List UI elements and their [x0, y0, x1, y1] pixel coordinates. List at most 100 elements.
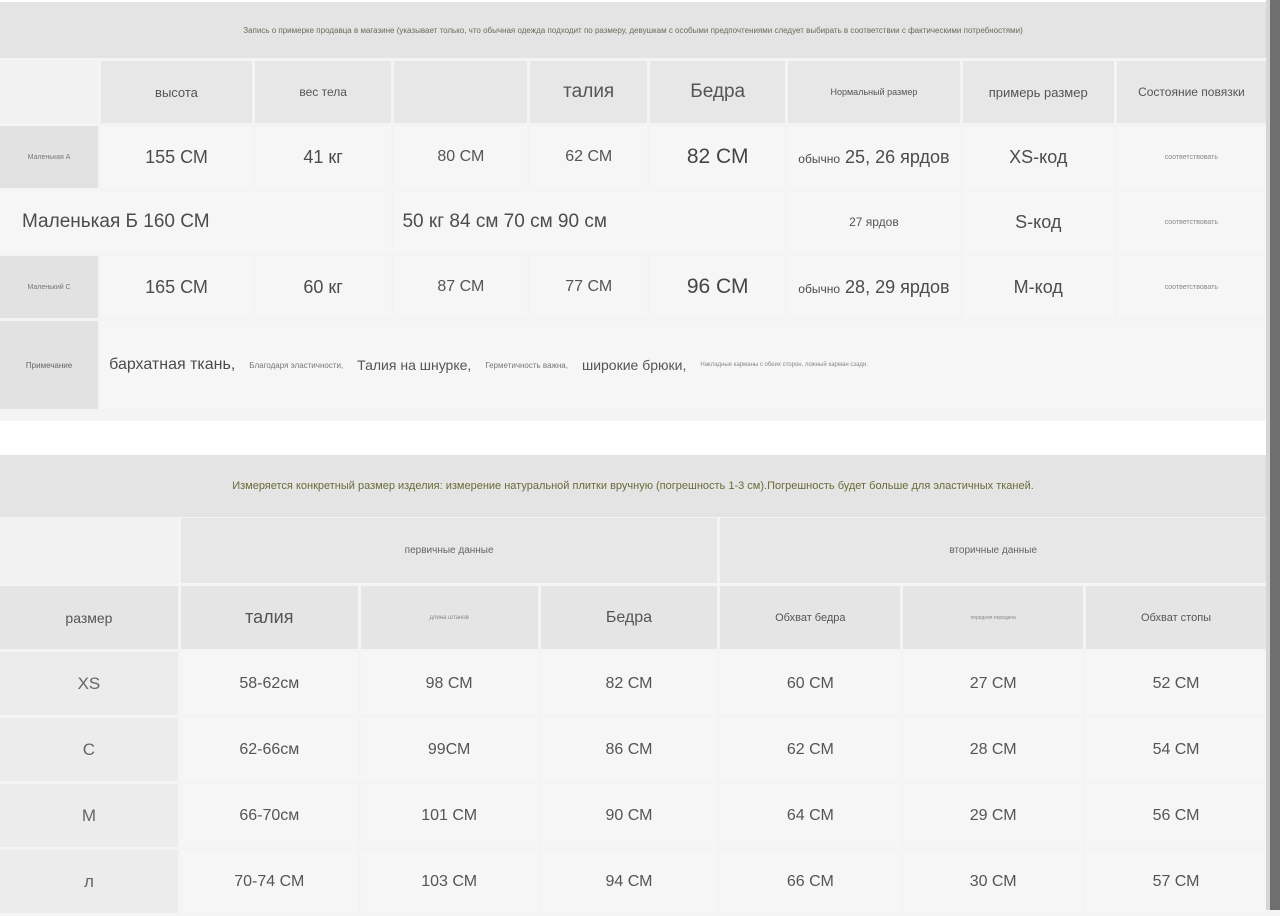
cell-length: 103 СМ	[360, 850, 538, 913]
cell-hips: 82 СМ	[650, 126, 786, 188]
header-height: высота	[101, 61, 252, 123]
note-item: бархатная ткань,	[109, 356, 236, 373]
cell-try-size: S-код	[962, 191, 1114, 253]
cell-hips: 94 СМ	[540, 850, 718, 913]
size-table: первичные данные вторичные данные размер…	[0, 515, 1269, 916]
header-front-rise: передняя передача	[903, 586, 1084, 649]
cell-hips: 82 СМ	[540, 652, 718, 715]
cell-fit: соответствовать	[1116, 256, 1266, 318]
cell-front-rise: 30 СМ	[903, 850, 1084, 913]
cell-bust: 80 СМ	[394, 126, 528, 188]
cell-try-size: М-код	[962, 256, 1114, 318]
cell-thigh: 60 СМ	[720, 652, 901, 715]
normal-prefix: обычно	[798, 151, 841, 166]
group-corner	[0, 518, 178, 583]
fitting-table: высота вес тела талия Бедра Нормальный р…	[0, 58, 1269, 412]
cell-thigh: 64 СМ	[720, 784, 901, 847]
notes-row: Примечание бархатная ткань, Благодаря эл…	[0, 321, 1266, 409]
header-bust	[394, 61, 528, 123]
cell-leg-opening: 56 СМ	[1086, 784, 1266, 847]
note-item: широкие брюки,	[581, 357, 687, 373]
cell-size: М	[0, 784, 178, 847]
notes-label: Примечание	[0, 321, 99, 409]
scrollbar[interactable]	[1270, 0, 1280, 910]
header-try-size: примерь размер	[962, 61, 1114, 123]
cell-waist: 62 СМ	[530, 126, 648, 188]
cell-front-rise: 28 СМ	[903, 718, 1084, 781]
cell-hips: 86 СМ	[540, 718, 718, 781]
header-corner	[0, 61, 99, 123]
header-waist: талия	[180, 586, 358, 649]
note-item: Благодаря эластичности,	[249, 360, 344, 370]
header-hips: Бедра	[540, 586, 718, 649]
cell-waist: 62-66см	[180, 718, 358, 781]
cell-front-rise: 29 СМ	[903, 784, 1084, 847]
cell-length: 98 СМ	[360, 652, 538, 715]
fitting-note: Запись о примерке продавца в магазине (у…	[0, 2, 1266, 58]
cell-height: 155 СМ	[101, 126, 252, 188]
cell-size: л	[0, 850, 178, 913]
cell-bust: 87 СМ	[394, 256, 528, 318]
cell-normal: обычно 25, 26 ярдов	[788, 126, 960, 188]
group-secondary: вторичные данные	[720, 518, 1266, 583]
cell-waist: 70-74 СМ	[180, 850, 358, 913]
measure-note-text: Измеряется конкретный размер изделия: из…	[232, 480, 1034, 492]
header-leg-opening: Обхват стопы	[1086, 586, 1266, 649]
cell-size: XS	[0, 652, 178, 715]
notes-cell: бархатная ткань, Благодаря эластичности,…	[101, 321, 1266, 409]
cell-fit: соответствовать	[1116, 191, 1266, 253]
cell-waist: 58-62см	[180, 652, 358, 715]
header-thigh: Обхват бедра	[720, 586, 901, 649]
cell-leg-opening: 52 СМ	[1086, 652, 1266, 715]
header-waist: талия	[530, 61, 648, 123]
fitting-note-text: Запись о примерке продавца в магазине (у…	[243, 25, 1023, 35]
cell-hips: 96 СМ	[650, 256, 786, 318]
note-item: Талия на шнурке,	[357, 357, 472, 373]
measure-note: Измеряется конкретный размер изделия: из…	[0, 455, 1266, 517]
header-size: размер	[0, 586, 178, 649]
note-item: Герметичность важна,	[485, 360, 568, 370]
group-header-row: первичные данные вторичные данные	[0, 518, 1266, 583]
cell-try-size: XS-код	[962, 126, 1114, 188]
header-weight: вес тела	[254, 61, 392, 123]
cell-weight: 41 кг	[254, 126, 392, 188]
row-label: Маленький С	[0, 256, 99, 318]
cell-front-rise: 27 СМ	[903, 652, 1084, 715]
row-merged-values: 50 кг 84 см 70 см 90 см	[394, 191, 786, 253]
note-item: Накладные карманы с обеих сторон, ложный…	[700, 362, 868, 368]
table-row: М 66-70см 101 СМ 90 СМ 64 СМ 29 СМ 56 СМ	[0, 784, 1266, 847]
row-merged-label: Маленькая Б 160 СМ	[0, 191, 392, 253]
cell-length: 101 СМ	[360, 784, 538, 847]
table-row: Маленькая А 155 СМ 41 кг 80 СМ 62 СМ 82 …	[0, 126, 1266, 188]
cell-fit: соответствовать	[1116, 126, 1266, 188]
normal-value: 28, 29 ярдов	[845, 276, 950, 297]
cell-leg-opening: 54 СМ	[1086, 718, 1266, 781]
table-row: XS 58-62см 98 СМ 82 СМ 60 СМ 27 СМ 52 СМ	[0, 652, 1266, 715]
cell-normal: 27 ярдов	[788, 191, 960, 253]
normal-value: 25, 26 ярдов	[845, 146, 950, 167]
cell-hips: 90 СМ	[540, 784, 718, 847]
cell-waist: 77 СМ	[530, 256, 648, 318]
header-hips: Бедра	[650, 61, 786, 123]
group-primary: первичные данные	[180, 518, 718, 583]
table-row: л 70-74 СМ 103 СМ 94 СМ 66 СМ 30 СМ 57 С…	[0, 850, 1266, 913]
header-length: длина штанов	[360, 586, 538, 649]
header-fit-state: Состояние повязки	[1116, 61, 1266, 123]
cell-normal: обычно 28, 29 ярдов	[788, 256, 960, 318]
fitting-header-row: высота вес тела талия Бедра Нормальный р…	[0, 61, 1266, 123]
table-row: Маленькая Б 160 СМ 50 кг 84 см 70 см 90 …	[0, 191, 1266, 253]
cell-length: 99СМ	[360, 718, 538, 781]
cell-size: С	[0, 718, 178, 781]
cell-thigh: 66 СМ	[720, 850, 901, 913]
cell-waist: 66-70см	[180, 784, 358, 847]
cell-height: 165 СМ	[101, 256, 252, 318]
size-header-row: размер талия длина штанов Бедра Обхват б…	[0, 586, 1266, 649]
table-row: С 62-66см 99СМ 86 СМ 62 СМ 28 СМ 54 СМ	[0, 718, 1266, 781]
normal-prefix: обычно	[798, 281, 841, 296]
cell-leg-opening: 57 СМ	[1086, 850, 1266, 913]
header-normal-size: Нормальный размер	[788, 61, 960, 123]
row-label: Маленькая А	[0, 126, 99, 188]
table-row: Маленький С 165 СМ 60 кг 87 СМ 77 СМ 96 …	[0, 256, 1266, 318]
cell-thigh: 62 СМ	[720, 718, 901, 781]
section-gap	[0, 421, 1266, 455]
